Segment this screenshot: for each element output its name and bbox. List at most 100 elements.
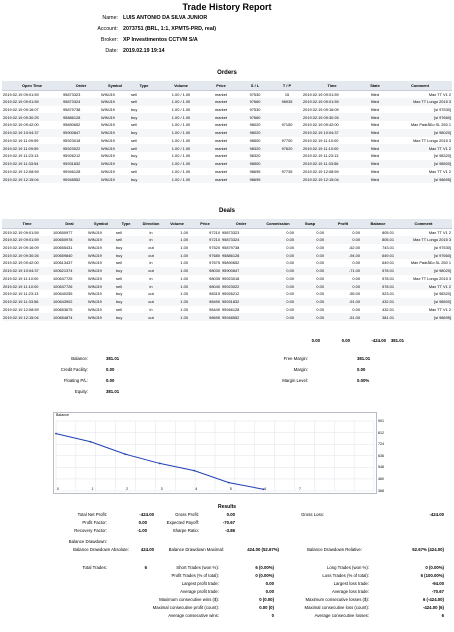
cell-order: 95886128 (221, 251, 261, 259)
name-value: LUIS ANTONIO DA SILVA JUNIOR (123, 15, 208, 21)
table-row: 2019.02.19 11:09:59 95923022 WINJ19 sell 1.0… (2, 144, 452, 152)
cell-symbol: WINJ19 (101, 137, 115, 143)
cell-price: 98490 (189, 297, 221, 306)
cell-commission: 0.00 (261, 235, 295, 244)
cell-time: 2019.02.19 11:33:56 (2, 297, 52, 306)
cell-type: buy (130, 159, 158, 168)
cell-price: market (215, 137, 227, 143)
cell-order: 95946128 (63, 168, 81, 174)
cell-s-l: 98695 (249, 168, 261, 174)
results-title: Results (217, 504, 237, 510)
cell-s-l: 98695 (238, 175, 272, 183)
largest-profit-label: Largest profit trade: (181, 581, 219, 586)
cell-price: market (215, 91, 227, 97)
cell-order: 95886128 (62, 113, 100, 121)
cell-comment: [sl 97530] (434, 106, 451, 112)
cell-type: buy (130, 128, 158, 137)
profit-trades-value: 0 (0.00%) (255, 573, 274, 578)
table-row: 2019.02.19 12:08:59 100653675 WINJ19 sell in… (2, 306, 452, 314)
cell-symbol: WINJ19 (88, 291, 102, 297)
cell-s-l: 98020 (249, 122, 261, 128)
cell-balance: 381.01 (361, 313, 395, 321)
cell-balance: 578.01 (382, 275, 394, 281)
cell-s-l: 97660 (238, 113, 272, 121)
cell-type: sell (115, 282, 137, 290)
cell-order: 95923022 (62, 144, 100, 152)
margin-level-label: Margin Level: (282, 378, 308, 383)
cell-type: buy (115, 313, 137, 321)
max-consec-wins-value: 0 (0.00) (259, 597, 274, 602)
cell-type: buy (131, 106, 138, 112)
cell-state: filled (370, 91, 379, 97)
col-header-balance: Balance (361, 219, 395, 229)
cell-volume: 1.00 (165, 282, 189, 290)
cell-comment: [sl 97530] (434, 244, 451, 250)
cell-swap: 0.00 (295, 251, 325, 259)
table-row: 2019.02.19 11:23:13 95926212 WINJ19 buy 1.00… (2, 152, 452, 160)
cell-commission: 0.00 (261, 297, 295, 306)
cell-commission: 0.00 (261, 282, 295, 290)
cell-volume: 1.00 / 1.00 (171, 122, 191, 128)
cell-symbol: WINJ19 (101, 106, 115, 112)
cell-time: 2019.02.19 10:04:37 (2, 266, 52, 275)
cell-time: 2019.02.19 11:10:00 (302, 144, 362, 152)
free-margin-label: Free Margin: (283, 356, 308, 361)
maximal-consec-loss-label: Maximal consecutive loss (count): (304, 605, 369, 610)
cell-comment: [sl 98695] (395, 313, 452, 321)
cell-commission: 0.00 (286, 244, 294, 250)
cell-type: buy (116, 244, 123, 250)
cell-symbol: WINJ19 (101, 153, 115, 159)
balance-point (193, 469, 196, 472)
cell-price: 98440 (209, 306, 220, 312)
balance-series-line (55, 433, 264, 490)
cell-type: sell (131, 137, 137, 143)
cell-profit: -55.00 (348, 291, 360, 297)
cell-direction: in (137, 282, 165, 290)
cell-direction: in (149, 229, 153, 235)
largest-loss-value: -94.00 (431, 581, 444, 586)
cell-time: 2019.02.19 09:01:59 (2, 235, 52, 244)
deals-table: Time Deal Symbol Type Direction Volume Price Or… (2, 219, 452, 321)
cell-price: market (204, 175, 238, 183)
chart-title: Balance (56, 413, 69, 417)
cell-volume: 1.00 (165, 297, 189, 306)
table-row: 2019.02.19 09:30:25 95886128 WINJ19 buy 1.00… (2, 113, 452, 121)
cell-s-l: 98500 (238, 159, 272, 168)
cell-balance: 523.01 (382, 291, 394, 297)
cell-type: sell (131, 122, 137, 128)
cell-direction: out (137, 251, 165, 259)
col-header-price: Price (204, 81, 238, 91)
cell-state: filled (362, 144, 388, 152)
cell-price: 98040 (189, 282, 221, 290)
cell-time: 2019.02.19 12:15:04 (302, 175, 362, 183)
cell-volume: 1.00 / 1.00 (158, 159, 204, 168)
expected-payoff-value: -70.67 (222, 520, 235, 525)
margin-label: Margin: (293, 367, 308, 372)
cell-type: buy (115, 266, 137, 275)
cell-profit: -51.00 (325, 313, 361, 321)
cell-type: sell (131, 91, 137, 97)
cell-symbol: WINJ19 (88, 229, 102, 235)
col-header-open-time: Open Time (2, 81, 62, 91)
col-header-direction: Direction (137, 219, 165, 229)
cell-direction: out (137, 266, 165, 275)
cell-commission: 0.00 (261, 266, 295, 275)
col-header-state: State (362, 81, 388, 91)
cell-deal: 100640255 (53, 291, 73, 297)
cell-volume: 1.00 (180, 229, 188, 235)
table-row: 2019.02.19 11:33:56 100643902 WINJ19 buy out… (2, 297, 452, 306)
cell-volume: 1.00 (180, 275, 188, 281)
cell-t-p (272, 128, 302, 137)
cell-time: 2019.02.19 11:33:56 (302, 159, 362, 168)
col-header-profit: Profit (325, 219, 361, 229)
cell-time: 2019.02.19 09:16:09 (303, 106, 339, 112)
cell-t-p: 97735 (281, 168, 293, 174)
total-net-profit-label: Total Net Profit: (77, 512, 107, 517)
cell-state: filled (362, 159, 388, 168)
cell-state: filled (362, 128, 388, 137)
cell-open-time: 2019.02.19 09:16:07 (3, 106, 39, 112)
table-row: 2019.02.19 12:08:59 95946128 WINJ19 sell 1.0… (2, 168, 452, 176)
cell-order: 95926212 (63, 153, 81, 159)
cell-commission: 0.00 (261, 313, 295, 321)
cell-volume: 1.00 / 1.00 (171, 153, 191, 159)
